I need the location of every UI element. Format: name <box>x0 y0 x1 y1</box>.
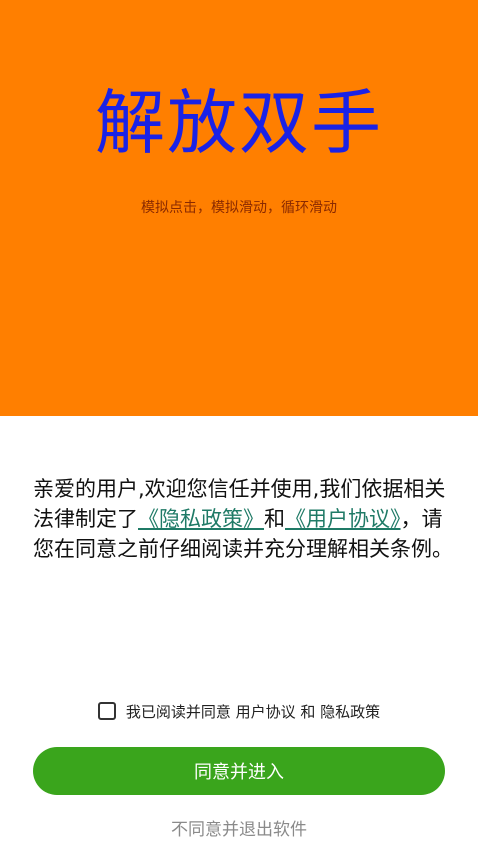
privacy-policy-link[interactable]: 《隐私政策》 <box>138 507 264 531</box>
disagree-and-exit-link[interactable]: 不同意并退出软件 <box>0 815 478 840</box>
hero-banner: 解放双手 模拟点击，模拟滑动，循环滑动 <box>0 0 478 416</box>
agreement-text: 亲爱的用户,欢迎您信任并使用,我们依据相关法律制定了《隐私政策》和《用户协议》，… <box>33 474 453 564</box>
agreement-text-part-2: 和 <box>264 507 285 531</box>
consent-user-agreement[interactable]: 用户协议 <box>236 703 296 721</box>
consent-privacy-policy[interactable]: 隐私政策 <box>320 703 380 721</box>
user-agreement-link[interactable]: 《用户协议》 <box>285 507 401 531</box>
hero-subtitle: 模拟点击，模拟滑动，循环滑动 <box>141 200 337 216</box>
consent-checkbox[interactable] <box>97 702 116 720</box>
consent-label: 我已阅读并同意 用户协议 和 隐私政策 <box>126 701 380 722</box>
hero-title: 解放双手 <box>95 82 383 164</box>
consent-prefix: 我已阅读并同意 <box>125 702 236 721</box>
consent-row: 我已阅读并同意 用户协议 和 隐私政策 <box>0 698 478 724</box>
consent-conjunction: 和 <box>295 702 321 721</box>
agree-and-enter-button[interactable]: 同意并进入 <box>33 747 445 795</box>
